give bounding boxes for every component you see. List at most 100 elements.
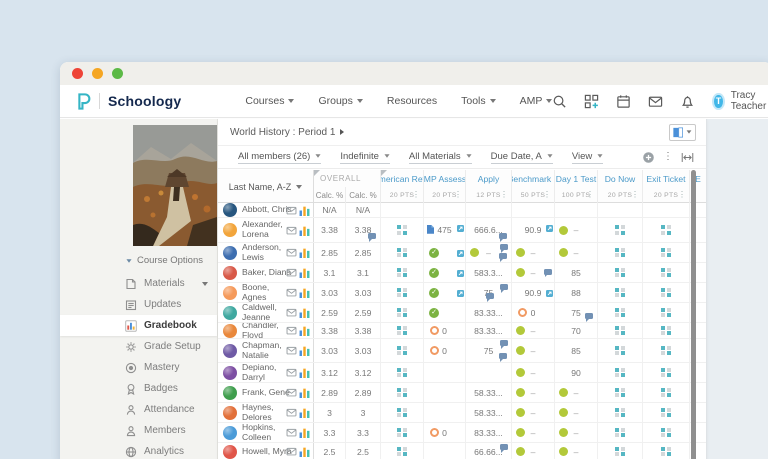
- grade-cell[interactable]: [381, 339, 424, 362]
- grade-cell[interactable]: 475: [424, 218, 466, 242]
- grade-cell[interactable]: –: [555, 243, 598, 262]
- filter-view[interactable]: View: [571, 151, 604, 164]
- comment-bubble-icon[interactable]: [544, 268, 552, 277]
- grade-cell[interactable]: [381, 323, 424, 338]
- grade-cell[interactable]: [643, 203, 690, 217]
- student-name-cell[interactable]: Hopkins, Colleen: [218, 423, 314, 442]
- comment-bubble-icon[interactable]: [499, 253, 507, 262]
- column-menu-icon[interactable]: ⋮: [678, 191, 686, 199]
- student-stats-icon[interactable]: [299, 407, 310, 418]
- sidebar-item-analytics[interactable]: Analytics: [60, 441, 217, 459]
- grade-cell[interactable]: [381, 383, 424, 402]
- course-photo-great-wall[interactable]: [133, 125, 217, 246]
- assignment-header-do-now[interactable]: Do Now: [598, 170, 643, 187]
- grade-cell[interactable]: –: [555, 403, 598, 422]
- grade-cell[interactable]: [643, 383, 690, 402]
- grade-cell[interactable]: [466, 203, 512, 217]
- grade-cell[interactable]: [381, 443, 424, 459]
- grade-cell[interactable]: –: [512, 363, 555, 382]
- grade-cell[interactable]: 0: [424, 323, 466, 338]
- assignment-header-day-1-test[interactable]: Day 1 Test: [555, 170, 598, 187]
- grade-cell[interactable]: –: [512, 443, 555, 459]
- external-grade-icon[interactable]: [457, 219, 464, 232]
- sidebar-item-badges[interactable]: Badges: [60, 378, 217, 399]
- grade-cell[interactable]: 90.9: [512, 218, 555, 242]
- grade-cell[interactable]: 0: [424, 423, 466, 442]
- send-message-icon[interactable]: [286, 325, 297, 336]
- grade-cell[interactable]: 75: [466, 339, 512, 362]
- grade-cell[interactable]: [598, 423, 643, 442]
- grade-cell[interactable]: ✓: [424, 283, 466, 302]
- student-name-cell[interactable]: Baker, Diana: [218, 263, 314, 282]
- send-message-icon[interactable]: [286, 407, 297, 418]
- send-message-icon[interactable]: [286, 345, 297, 356]
- column-menu-icon[interactable]: ⋮: [500, 191, 508, 199]
- sidebar-item-members[interactable]: Members: [60, 420, 217, 441]
- grade-cell[interactable]: [643, 363, 690, 382]
- student-name-cell[interactable]: Chapman, Natalie: [218, 339, 314, 362]
- grade-cell[interactable]: [643, 243, 690, 262]
- comment-bubble-icon[interactable]: [585, 313, 593, 322]
- sidebar-item-grade-setup[interactable]: Grade Setup: [60, 336, 217, 357]
- grade-cell[interactable]: [381, 403, 424, 422]
- nav-item-groups[interactable]: Groups: [318, 95, 363, 107]
- nav-item-tools[interactable]: Tools: [461, 95, 496, 107]
- external-grade-icon[interactable]: [457, 264, 464, 277]
- assignment-header-exit-ticket[interactable]: Exit Ticket: [643, 170, 690, 187]
- grade-cell[interactable]: [643, 263, 690, 282]
- grade-cell[interactable]: [643, 339, 690, 362]
- grade-cell[interactable]: [424, 203, 466, 217]
- grade-cell[interactable]: [598, 263, 643, 282]
- grade-cell[interactable]: [381, 283, 424, 302]
- grade-cell[interactable]: [381, 423, 424, 442]
- column-header-last-name[interactable]: Last Name, A-Z: [218, 170, 314, 203]
- comment-bubble-icon[interactable]: [486, 293, 495, 302]
- external-grade-icon[interactable]: [457, 284, 464, 297]
- grade-cell[interactable]: 85: [555, 263, 598, 282]
- grade-cell[interactable]: 666.6...: [466, 218, 512, 242]
- grade-cell[interactable]: [424, 383, 466, 402]
- grade-cell[interactable]: [643, 423, 690, 442]
- assignment-header-benchmark-1[interactable]: Benchmark 1: [512, 170, 555, 187]
- user-menu[interactable]: T Tracy Teacher: [712, 90, 768, 112]
- send-message-icon[interactable]: [286, 205, 297, 216]
- student-stats-icon[interactable]: [299, 287, 310, 298]
- grade-cell[interactable]: [381, 363, 424, 382]
- grade-cell[interactable]: [598, 363, 643, 382]
- sidebar-item-gradebook[interactable]: Gradebook: [60, 315, 217, 336]
- grade-cell[interactable]: [424, 363, 466, 382]
- grade-cell[interactable]: –: [512, 243, 555, 262]
- grade-cell[interactable]: 583.3...: [466, 263, 512, 282]
- grade-cell[interactable]: [598, 383, 643, 402]
- student-name-cell[interactable]: Caldwell, Jeanne: [218, 303, 314, 322]
- student-name-cell[interactable]: Chandler, Floyd: [218, 323, 314, 338]
- grade-cell[interactable]: [643, 403, 690, 422]
- grade-cell[interactable]: [555, 203, 598, 217]
- student-name-cell[interactable]: Boone, Agnes: [218, 283, 314, 302]
- grade-cell[interactable]: 75: [466, 283, 512, 302]
- window-minimize-button[interactable]: [92, 68, 103, 79]
- grid-view-toggle-button[interactable]: [669, 123, 696, 141]
- grade-cell[interactable]: 66.66...: [466, 443, 512, 459]
- grade-cell[interactable]: [598, 403, 643, 422]
- comment-bubble-icon[interactable]: [368, 233, 376, 242]
- notifications-icon[interactable]: [680, 94, 695, 109]
- grade-cell[interactable]: [598, 218, 643, 242]
- grade-cell[interactable]: ✓: [424, 263, 466, 282]
- filter-all-members-26[interactable]: All members (26): [238, 151, 322, 164]
- send-message-icon[interactable]: [286, 287, 297, 298]
- student-stats-icon[interactable]: [299, 307, 310, 318]
- student-stats-icon[interactable]: [299, 325, 310, 336]
- student-name-cell[interactable]: Abbott, Chris: [218, 203, 314, 217]
- grade-cell[interactable]: [643, 323, 690, 338]
- assignment-header-amp-assess[interactable]: AMP Assess..: [424, 170, 466, 187]
- grade-cell[interactable]: –: [512, 263, 555, 282]
- send-message-icon[interactable]: [286, 387, 297, 398]
- comment-bubble-icon[interactable]: [500, 340, 508, 349]
- grade-cell[interactable]: 88: [555, 283, 598, 302]
- comment-bubble-icon[interactable]: [500, 284, 508, 293]
- app-launcher-icon[interactable]: [584, 94, 599, 109]
- grade-cell[interactable]: ✓: [424, 243, 466, 262]
- calendar-icon[interactable]: [616, 94, 631, 109]
- grade-cell[interactable]: 83.33...: [466, 323, 512, 338]
